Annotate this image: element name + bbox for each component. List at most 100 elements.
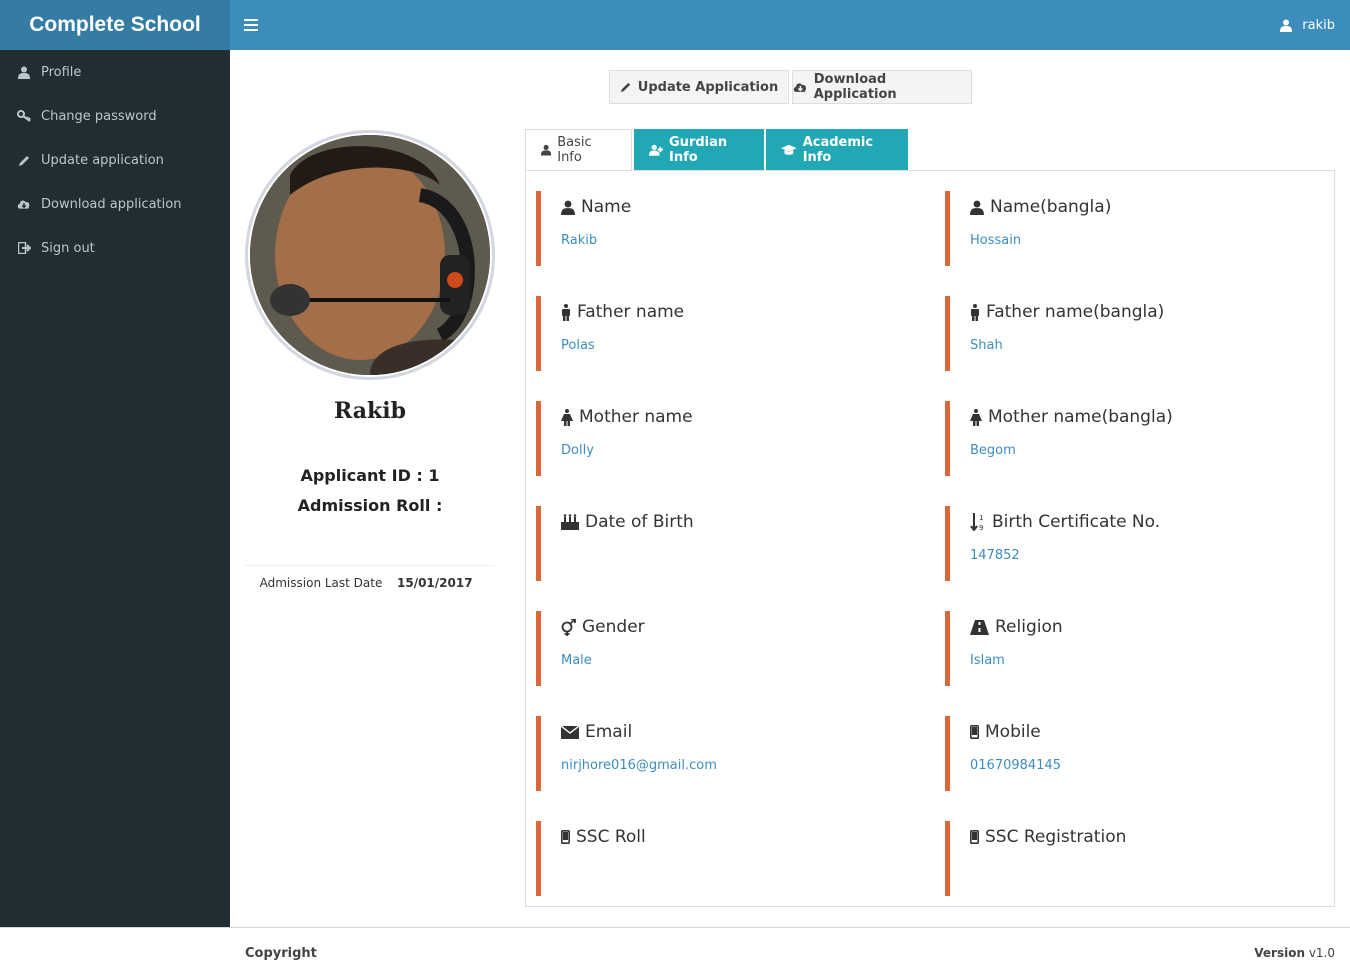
sidebar-item-label: Download application: [41, 196, 182, 212]
field-label: Mother name(bangla): [988, 407, 1173, 427]
tab-label: Gurdian Info: [669, 135, 728, 165]
basic-info-panel: Name Rakib Name(bangla) Hossain Father n…: [525, 170, 1335, 907]
admission-last-date-value: 15/01/2017: [397, 576, 473, 590]
field-label: Name(bangla): [990, 197, 1112, 217]
download-application-label: Download Application: [813, 72, 897, 102]
field-date-of-birth: Date of Birth: [536, 506, 916, 581]
field-gender: Gender Male: [536, 611, 916, 686]
male-icon: [971, 303, 979, 321]
field-label: SSC Registration: [985, 827, 1127, 847]
field-value: Islam: [970, 653, 1005, 668]
envelope-icon: [561, 725, 579, 739]
sidebar-item-change-password[interactable]: Change password: [0, 94, 230, 138]
avatar: [245, 130, 495, 380]
tab-label: Academic Info: [802, 135, 874, 165]
sort-numeric-icon: 19: [970, 513, 983, 531]
top-navbar: rakib: [230, 0, 1350, 50]
field-value: Polas: [561, 338, 595, 353]
field-value: Rakib: [561, 233, 598, 248]
road-icon: [970, 619, 989, 635]
sidebar-item-profile[interactable]: Profile: [0, 50, 230, 94]
user-menu[interactable]: rakib: [1280, 0, 1335, 50]
mobile-icon: [970, 830, 979, 844]
field-label: Date of Birth: [585, 512, 694, 532]
sidebar-item-sign-out[interactable]: Sign out: [0, 226, 230, 270]
user-icon: [561, 200, 575, 215]
sign-out-icon: [17, 242, 31, 254]
field-birth-certificate-no: 1 9 Birth Certificate No. 147852: [945, 506, 1325, 581]
female-icon: [561, 408, 573, 426]
field-value[interactable]: 01670984145: [970, 758, 1061, 773]
field-email: Email nirjhore016@gmail.com: [536, 716, 916, 791]
field-label: Mother name: [579, 407, 693, 427]
tab-bar: Basic Info Gurdian Info Academic Info: [525, 129, 910, 171]
tab-basic-info[interactable]: Basic Info: [525, 129, 632, 171]
svg-text:1: 1: [979, 514, 983, 522]
sidebar-item-label: Change password: [41, 108, 157, 124]
field-label: Email: [585, 722, 633, 742]
svg-text:9: 9: [979, 524, 983, 531]
download-application-button[interactable]: Download Application: [792, 70, 972, 104]
key-icon: [17, 110, 31, 122]
version-info: Version v1.0: [1254, 946, 1335, 960]
user-icon: [17, 66, 31, 79]
field-father-name-bangla: Father name(bangla) Shah: [945, 296, 1325, 371]
field-value: Hossain: [970, 233, 1022, 248]
menu-toggle-icon[interactable]: [244, 15, 258, 35]
tab-label: Basic Info: [557, 135, 592, 165]
birthday-cake-icon: [561, 514, 579, 530]
field-name: Name Rakib: [536, 191, 916, 266]
admission-last-date: Admission Last Date 15/01/2017: [245, 576, 495, 590]
cloud-download-icon: [17, 198, 31, 210]
update-application-label: Update Application: [637, 79, 779, 95]
admission-roll: Admission Roll :: [297, 496, 443, 515]
user-icon: [1280, 19, 1293, 32]
field-label: Gender: [582, 617, 645, 637]
mobile-icon: [561, 830, 570, 844]
field-value[interactable]: nirjhore016@gmail.com: [561, 758, 717, 773]
update-application-button[interactable]: Update Application: [609, 70, 789, 104]
cloud-download-icon: [793, 83, 807, 92]
mobile-icon: [970, 725, 979, 739]
app-title[interactable]: Complete School: [0, 0, 230, 50]
field-mother-name: Mother name Dolly: [536, 401, 916, 476]
user-icon: [541, 144, 552, 156]
pencil-icon: [620, 82, 630, 93]
field-mother-name-bangla: Mother name(bangla) Begom: [945, 401, 1325, 476]
field-value: Dolly: [561, 443, 594, 458]
version-value: v1.0: [1308, 946, 1335, 960]
divider: [245, 565, 495, 566]
field-label: Mobile: [985, 722, 1041, 742]
applicant-id: Applicant ID : 1: [300, 466, 440, 485]
field-father-name: Father name Polas: [536, 296, 916, 371]
transgender-icon: [561, 618, 576, 636]
sidebar-item-label: Update application: [41, 152, 164, 168]
field-name-bangla: Name(bangla) Hossain: [945, 191, 1325, 266]
field-label: Father name(bangla): [986, 302, 1165, 322]
field-mobile: Mobile 01670984145: [945, 716, 1325, 791]
version-label: Version: [1254, 946, 1305, 960]
female-icon: [970, 408, 982, 426]
sidebar-item-download-application[interactable]: Download application: [0, 182, 230, 226]
tab-academic-info[interactable]: Academic Info: [766, 129, 908, 171]
field-religion: Religion Islam: [945, 611, 1325, 686]
field-value: 147852: [970, 548, 1020, 563]
copyright-text: Copyright: [245, 946, 317, 961]
field-value: Male: [561, 653, 592, 668]
field-label: Name: [581, 197, 632, 217]
graduation-cap-icon: [781, 144, 797, 155]
tab-gurdian-info[interactable]: Gurdian Info: [634, 129, 764, 171]
field-label: Birth Certificate No.: [992, 512, 1161, 532]
pencil-icon: [17, 154, 31, 167]
footer: Copyright Version v1.0: [0, 927, 1350, 962]
user-name: rakib: [1302, 17, 1335, 33]
field-label: Religion: [995, 617, 1063, 637]
field-label: SSC Roll: [576, 827, 646, 847]
male-icon: [562, 303, 570, 321]
field-label: Father name: [577, 302, 685, 322]
user-icon: [970, 200, 984, 215]
field-value: Shah: [970, 338, 1003, 353]
sidebar: Profile Change password Update applicati…: [0, 50, 230, 927]
field-ssc-roll: SSC Roll: [536, 821, 916, 896]
sidebar-item-update-application[interactable]: Update application: [0, 138, 230, 182]
